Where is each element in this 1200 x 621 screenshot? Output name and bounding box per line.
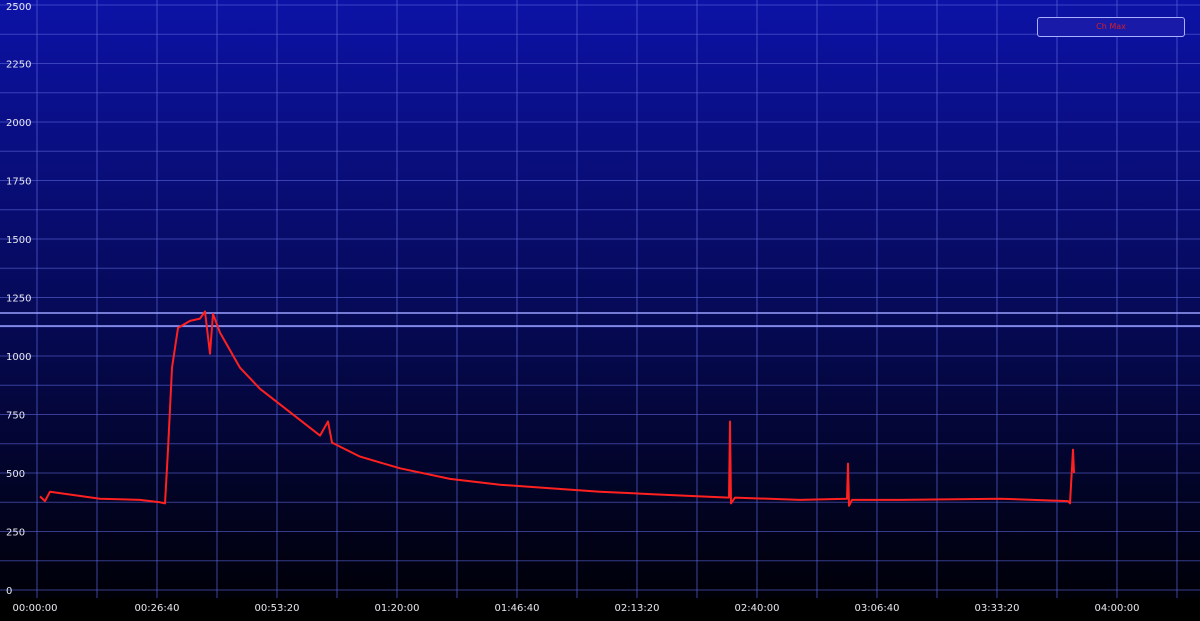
y-tick-label: 0 [6, 586, 12, 597]
x-tick-label: 03:06:40 [855, 603, 900, 614]
x-tick-label: 02:40:00 [735, 603, 780, 614]
x-tick-label: 00:26:40 [135, 603, 180, 614]
y-tick-label: 1500 [6, 235, 31, 246]
x-tick-label: 03:33:20 [975, 603, 1020, 614]
y-tick-label: 1750 [6, 177, 31, 188]
x-tick-label: 01:20:00 [375, 603, 420, 614]
y-tick-label: 750 [6, 411, 25, 422]
plot-background [0, 0, 1200, 598]
y-tick-label: 2000 [6, 118, 31, 129]
x-tick-label: 02:13:20 [615, 603, 660, 614]
legend-label: Ch Max [1096, 22, 1126, 31]
y-tick-label: 1250 [6, 294, 31, 305]
line-chart: 0 250 500 750 1000 1250 1500 1750 2000 2250 2500 0… [0, 0, 1200, 614]
x-tick-label: 00:00:00 [13, 603, 58, 614]
y-tick-label: 2250 [6, 60, 31, 71]
x-tick-label: 04:00:00 [1095, 603, 1140, 614]
y-tick-label: 2500 [6, 2, 31, 13]
y-tick-label: 1000 [6, 352, 31, 363]
x-tick-label: 01:46:40 [495, 603, 540, 614]
y-tick-label: 250 [6, 528, 25, 539]
legend: Ch Max [1037, 17, 1185, 37]
y-tick-label: 500 [6, 469, 25, 480]
x-tick-label: 00:53:20 [255, 603, 300, 614]
